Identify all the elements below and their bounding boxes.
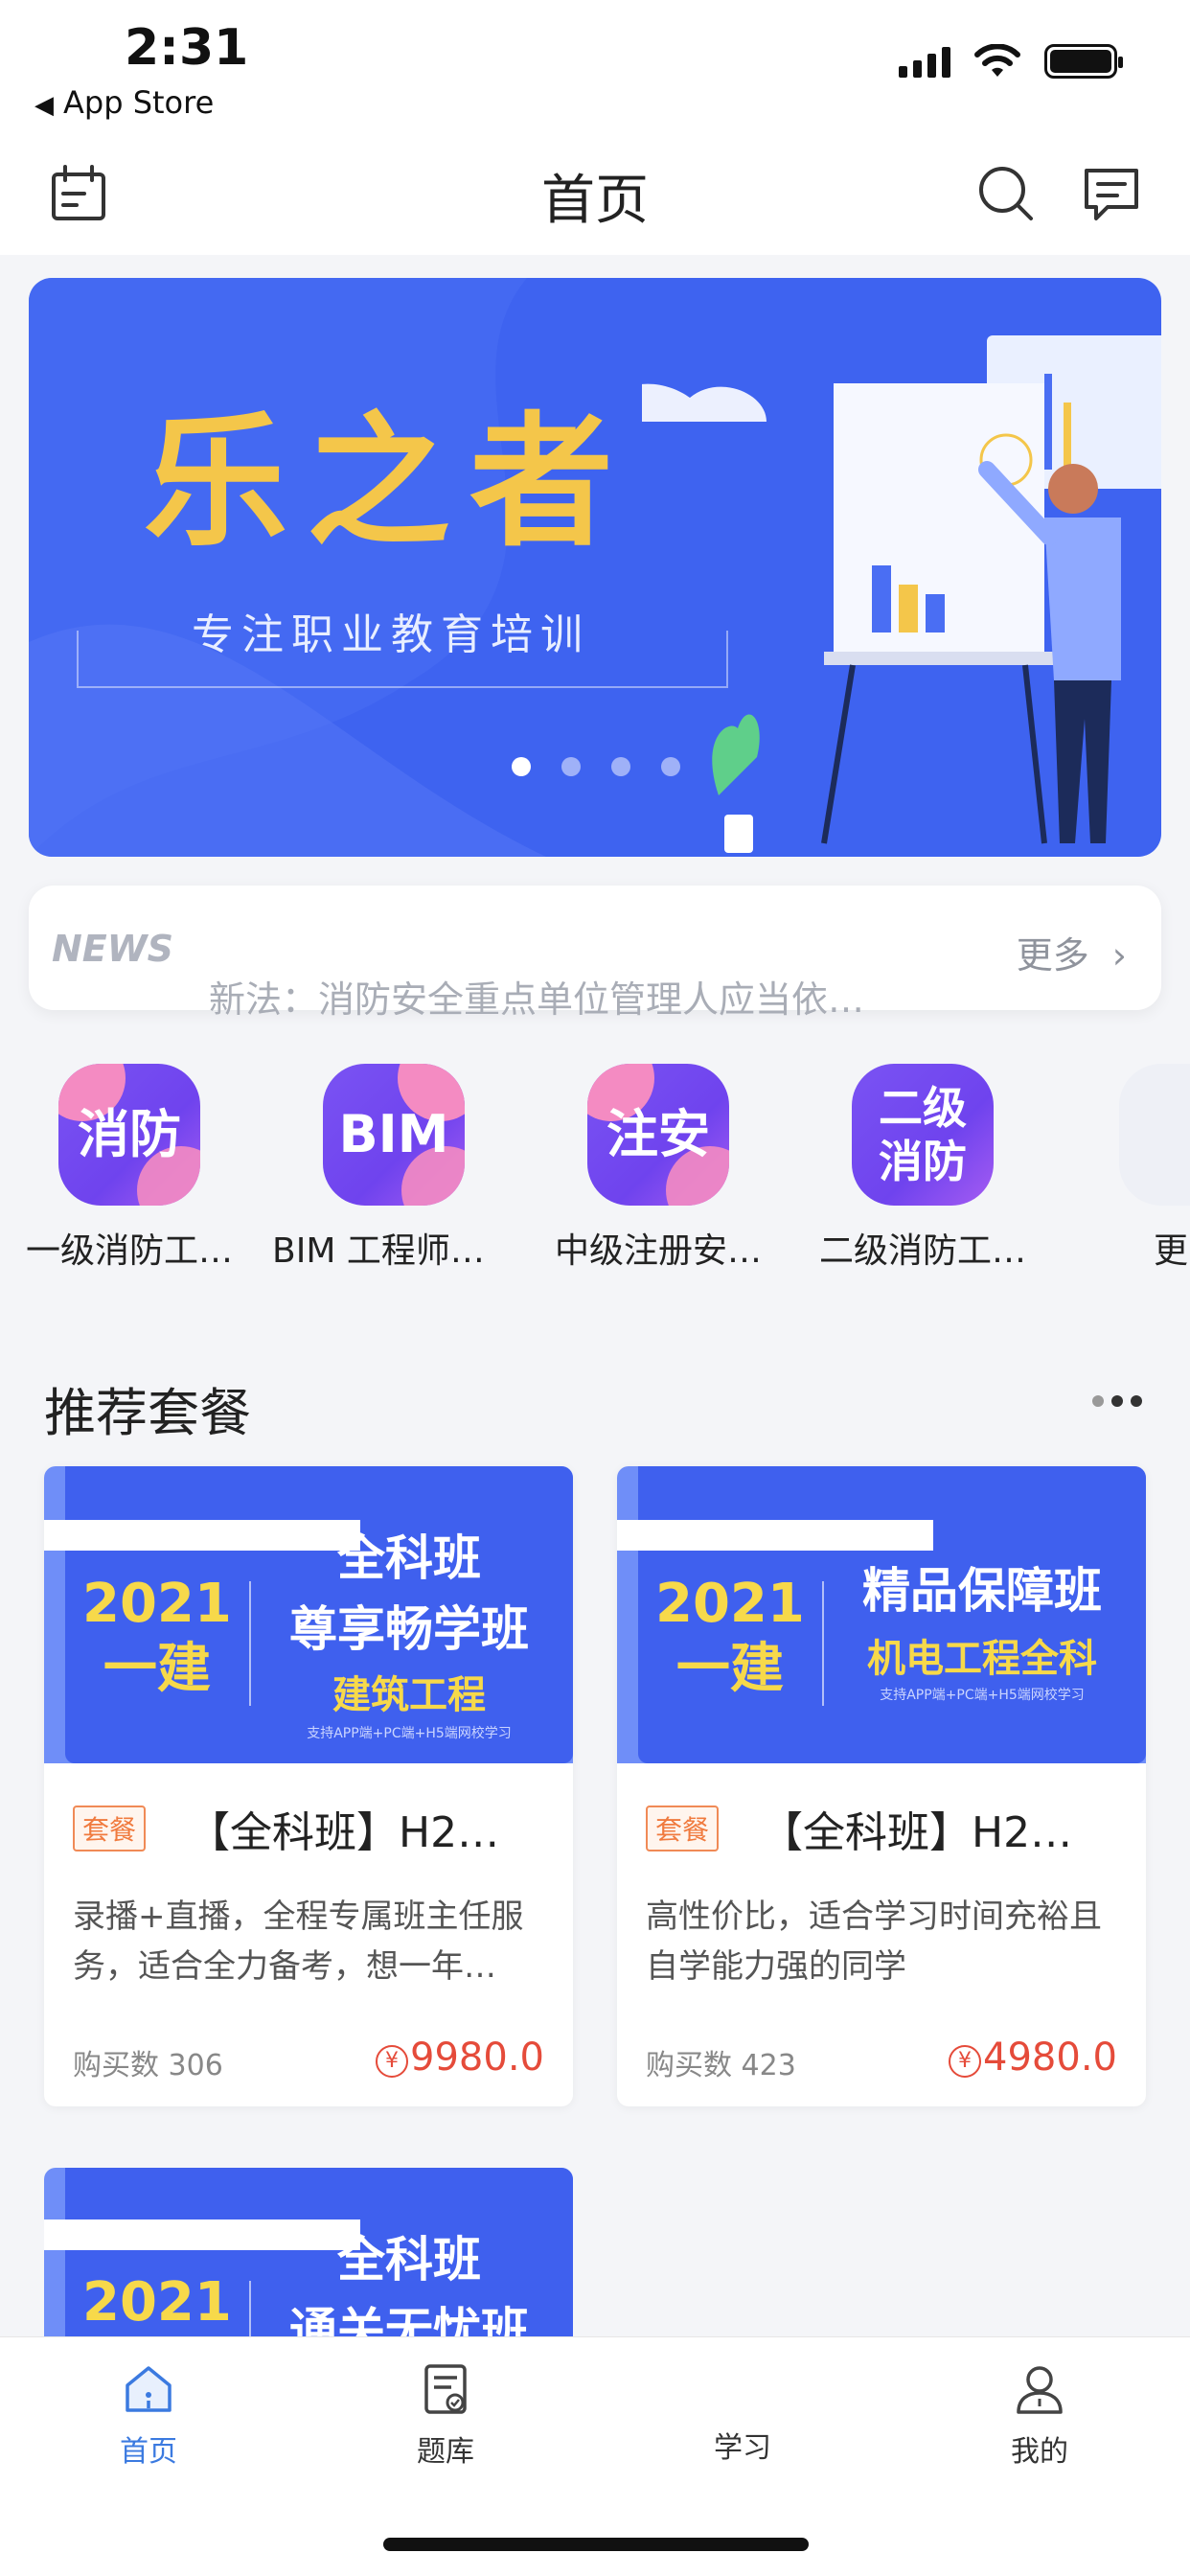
banner-pagination: [512, 757, 680, 776]
cover-title: 精品保障班: [862, 1563, 1102, 1619]
bim-icon: BIM: [323, 1064, 465, 1206]
currency-icon: ¥: [949, 2045, 982, 2078]
category-item-more[interactable]: 更: [1058, 1064, 1190, 1273]
package-title: 【全科班】H2…: [761, 1808, 1073, 1857]
category-icon-text: 二级 消防: [879, 1082, 967, 1187]
category-label: BIM 工程师＋…: [272, 1231, 519, 1271]
package-card[interactable]: 2021 一建 全科班 尊享畅学班 建筑工程 支持APP端+PC端+H5端网校学习…: [44, 1466, 573, 2106]
home-icon: [126, 2366, 172, 2412]
package-price: ¥4980.0: [949, 2036, 1117, 2080]
pagination-dot[interactable]: [512, 757, 531, 776]
category-label: 中级注册安…: [554, 1231, 762, 1271]
tab-question-bank[interactable]: 题库: [297, 2360, 594, 2470]
back-triangle-icon: ◀: [34, 91, 54, 120]
currency-icon: ¥: [376, 2045, 409, 2078]
tab-home[interactable]: 首页: [0, 2360, 297, 2470]
status-icons: [899, 44, 1123, 79]
more-dots-icon: [1119, 1064, 1190, 1206]
cover-subtitle: 尊享畅学班: [289, 1601, 529, 1657]
pagination-dot[interactable]: [561, 757, 581, 776]
package-price: ¥9980.0: [376, 2036, 544, 2080]
battery-icon: [1044, 44, 1123, 79]
study-icon: [714, 2360, 771, 2418]
category-label: 二级消防工…: [818, 1231, 1026, 1271]
status-time: 2:31: [125, 19, 249, 77]
cover-title: 全科班: [337, 1530, 481, 1586]
presenter-illustration: [642, 335, 1161, 853]
package-description: 录播+直播，全程专属班主任服务，适合全力备考，想一年…: [73, 1898, 524, 1986]
news-more-label: 更多: [1016, 934, 1089, 977]
cover-year: 2021: [82, 2271, 232, 2334]
news-tag: NEWS: [52, 928, 174, 970]
category-item[interactable]: 二级 消防 二级消防工…: [793, 1064, 1052, 1273]
cover-subtitle: 机电工程全科: [867, 1637, 1097, 1681]
fire-protection-icon: 消防: [58, 1064, 200, 1206]
chevron-right-icon: ›: [1111, 934, 1127, 977]
message-icon[interactable]: [1079, 161, 1144, 226]
package-cover-image: 2021 一建 精品保障班 机电工程全科 支持APP端+PC端+H5端网校学习: [617, 1466, 1146, 1763]
top-nav: 首页: [0, 134, 1190, 255]
category-row: 消防 一级消防工… BIM BIM 工程师＋… 注安 中级注册安… 二级 消防 …: [0, 1064, 1190, 1303]
cover-year: 2021 一建: [655, 1573, 805, 1700]
section-title: 推荐套餐: [44, 1383, 251, 1443]
cover-year: 2021 一建: [82, 1573, 232, 1700]
package-cover-image: 2021 一建 全科班 尊享畅学班 建筑工程 支持APP端+PC端+H5端网校学习: [44, 1466, 573, 1763]
tab-label: 学习: [714, 2431, 771, 2465]
cover-subtitle: 通关无忧班: [289, 2303, 529, 2340]
package-card[interactable]: 2021 一建 精品保障班 机电工程全科 支持APP端+PC端+H5端网校学习 套…: [617, 1466, 1146, 2106]
tab-label: 我的: [1011, 2435, 1068, 2469]
category-label: 一级消防工…: [25, 1231, 233, 1271]
category-label: 更: [1154, 1231, 1189, 1271]
package-tag: 套餐: [73, 1806, 147, 1852]
status-bar: 2:31 ◀ App Store: [0, 0, 1190, 134]
banner-subtitle: 专注职业教育培训: [192, 610, 590, 659]
cover-subject: 建筑工程: [332, 1673, 486, 1717]
category-icon-text: 注安: [606, 1104, 710, 1164]
package-card[interactable]: 2021 全科班 通关无忧班: [44, 2168, 573, 2340]
cover-title: 全科班: [337, 2232, 481, 2288]
home-indicator[interactable]: [383, 2538, 809, 2551]
pagination-dot[interactable]: [611, 757, 630, 776]
question-bank-icon: [424, 2364, 467, 2414]
profile-icon: [1017, 2366, 1063, 2414]
category-item[interactable]: 消防 一级消防工…: [0, 1064, 259, 1273]
purchase-count: 购买数 423: [646, 2049, 796, 2082]
back-app-label: App Store: [63, 84, 215, 121]
search-icon[interactable]: [973, 161, 1039, 226]
back-to-app-store[interactable]: ◀ App Store: [34, 84, 214, 121]
fire-protection-level2-icon: 二级 消防: [852, 1064, 994, 1206]
category-icon-text: 消防: [78, 1104, 181, 1164]
banner-title: 乐之者: [144, 400, 633, 566]
purchase-count: 购买数 306: [73, 2049, 223, 2082]
more-options-icon[interactable]: [1092, 1395, 1142, 1407]
tab-label: 题库: [417, 2435, 474, 2469]
news-more-link[interactable]: 更多 ›: [1017, 926, 1127, 978]
wifi-icon: [974, 44, 1020, 77]
package-title: 【全科班】H2…: [188, 1808, 500, 1857]
category-item[interactable]: 注安 中级注册安…: [529, 1064, 788, 1273]
tab-profile[interactable]: 我的: [891, 2360, 1188, 2470]
pagination-dot[interactable]: [661, 757, 680, 776]
promo-banner[interactable]: 乐之者 专注职业教育培训: [29, 278, 1161, 857]
news-ticker[interactable]: NEWS 新法：消防安全重点单位管理人应当依… 更多 ›: [29, 886, 1161, 1021]
tab-study[interactable]: 学习: [594, 2360, 891, 2466]
news-headline[interactable]: 新法：消防安全重点单位管理人应当依…: [209, 970, 995, 1023]
category-icon-text: BIM: [338, 1104, 449, 1164]
cover-note: 支持APP端+PC端+H5端网校学习: [307, 1726, 512, 1741]
category-item[interactable]: BIM BIM 工程师＋…: [264, 1064, 523, 1273]
safety-engineer-icon: 注安: [587, 1064, 729, 1206]
cellular-signal-icon: [899, 45, 950, 78]
package-tag: 套餐: [646, 1806, 720, 1852]
tab-label: 首页: [120, 2435, 177, 2469]
package-description: 高性价比，适合学习时间充裕且自学能力强的同学: [646, 1898, 1102, 1986]
cover-note: 支持APP端+PC端+H5端网校学习: [880, 1688, 1085, 1703]
